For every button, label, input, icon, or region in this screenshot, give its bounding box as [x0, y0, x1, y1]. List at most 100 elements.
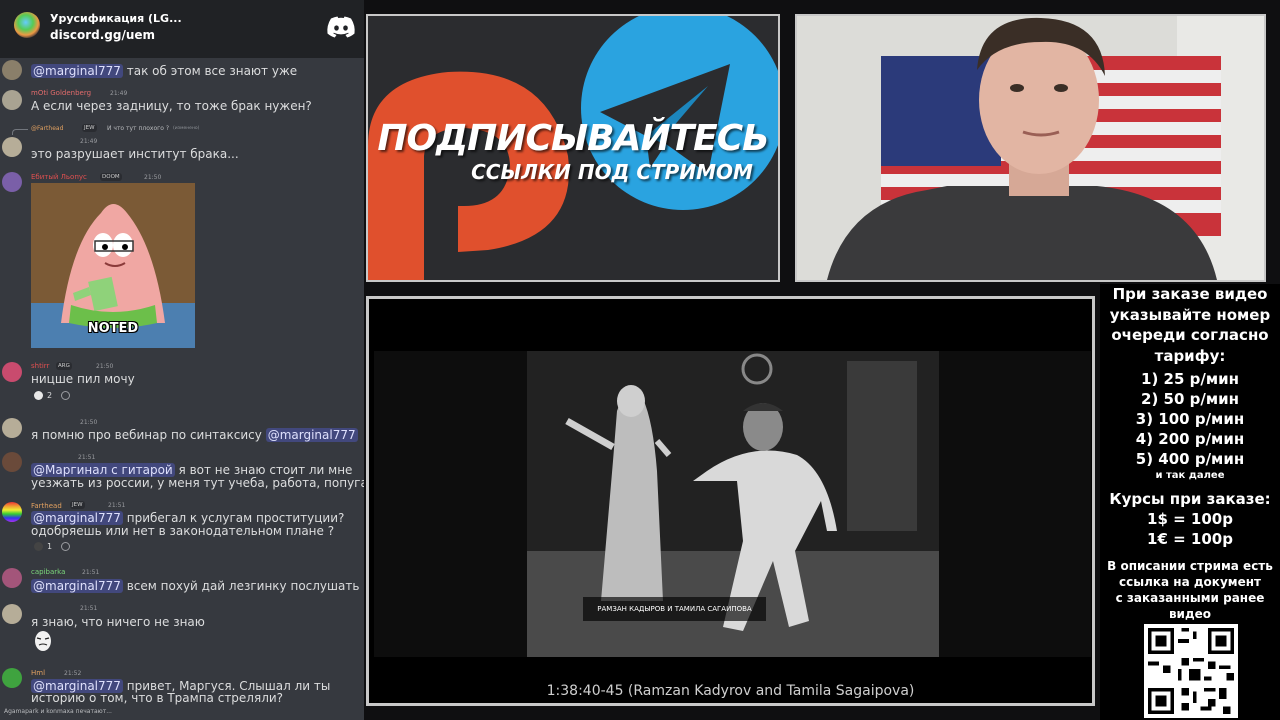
reaction[interactable]: 2: [34, 388, 71, 402]
server-invite-link: discord.gg/uem: [50, 28, 156, 42]
message-text: @marginal777 прибегал к услугам проститу…: [31, 511, 345, 525]
edited-label: (изменено): [173, 126, 200, 131]
timestamp: 21:51: [78, 454, 96, 461]
server-icon: [14, 12, 40, 38]
message-text: А если через задницу, то тоже брак нужен…: [31, 99, 312, 113]
chat-message: @marginal777 так об этом все знают уже: [0, 60, 364, 84]
user-mention[interactable]: @marginal777: [31, 579, 123, 593]
timestamp: 21:52: [64, 670, 82, 677]
avatar: [2, 418, 22, 438]
rate-item: 1€ = 100р: [1147, 530, 1233, 548]
add-reaction-icon[interactable]: [61, 541, 71, 551]
username[interactable]: Hml: [31, 669, 45, 677]
avatar: [2, 362, 22, 382]
chat-message: capibarka 21:51 @marginal777 всем похуй …: [0, 566, 364, 596]
meme-caption: NOTED: [87, 321, 139, 336]
reply-connector: [12, 129, 28, 135]
timestamp: 21:50: [144, 174, 162, 181]
banner-subtitle: ССЫЛКИ ПОД СТРИМОМ: [471, 160, 753, 184]
tariff-item: 5) 400 р/мин: [1135, 450, 1245, 468]
order-info-heading: При заказе видео указывайте номер очеред…: [1109, 285, 1271, 365]
message-text-line2: историю о том, что в Трампа стреляли?: [31, 691, 284, 705]
tariff-item: 4) 200 р/мин: [1135, 430, 1245, 448]
timestamp: 21:51: [108, 502, 126, 509]
sticker-face-icon: [35, 631, 51, 651]
banner-title: ПОДПИСЫВАЙТЕСЬ: [377, 118, 769, 159]
timestamp: 21:50: [96, 363, 114, 370]
role-badge: JEW: [82, 124, 97, 132]
avatar: [2, 137, 22, 157]
reaction-count: 2: [47, 390, 53, 400]
message-text: @marginal777 всем похуй дай лезгинку пос…: [31, 579, 360, 593]
avatar: [2, 60, 22, 80]
reply-preview[interactable]: И что тут плохого ?: [107, 125, 169, 132]
reaction-emoji-icon: [34, 541, 43, 551]
qr-code-icon[interactable]: [1144, 624, 1238, 718]
webcam-scene: [797, 16, 1264, 280]
discord-logo-icon: [327, 16, 355, 38]
user-mention[interactable]: @Маргинал с гитарой: [31, 463, 175, 477]
video-lower-third: РАМЗАН КАДЫРОВ И ТАМИЛА САГАИПОВА: [583, 597, 766, 621]
user-mention[interactable]: @marginal777: [31, 511, 123, 525]
video-caption: 1:38:40-45 (Ramzan Kadyrov and Tamila Sa…: [546, 683, 915, 699]
reaction-emoji-icon: [34, 390, 43, 400]
chat-message: 21:51 я знаю, что ничего не знаю: [0, 602, 364, 658]
timestamp: 21:49: [80, 138, 98, 145]
role-badge: JEW: [70, 501, 85, 509]
timestamp: 21:49: [110, 90, 128, 97]
webcam-feed: [795, 14, 1266, 282]
tariff-item: 1) 25 р/мин: [1141, 370, 1239, 388]
message-text: я помню про вебинар по синтаксису @margi…: [31, 428, 358, 442]
rate-item: 1$ = 100р: [1147, 510, 1233, 528]
order-info-panel: При заказе видео указывайте номер очеред…: [1100, 284, 1280, 720]
chat-message: 21:51 @Маргинал с гитарой я вот не знаю …: [0, 452, 364, 492]
chat-message: Farthead JEW 21:51 @marginal777 прибегал…: [0, 499, 364, 557]
server-name: Урусификация (LG...: [50, 12, 182, 25]
timestamp: 21:51: [80, 605, 98, 612]
avatar: [2, 604, 22, 624]
username[interactable]: mOti Goldenberg: [31, 89, 91, 97]
stream-description-note: В описании стрима есть ссылка на докумен…: [1107, 559, 1273, 621]
chat-message: 21:50 я помню про вебинар по синтаксису …: [0, 418, 364, 444]
reaction-count: 1: [47, 541, 53, 551]
reply-username[interactable]: @Farthead: [31, 125, 63, 132]
role-badge: ARG: [56, 362, 72, 370]
username[interactable]: capibarka: [31, 568, 65, 576]
avatar: [2, 568, 22, 588]
tariff-etc: и так далее: [1155, 470, 1225, 481]
user-mention[interactable]: @marginal777: [31, 64, 123, 78]
reaction[interactable]: 1: [34, 539, 71, 553]
timestamp: 21:51: [82, 569, 100, 576]
avatar: [2, 452, 22, 472]
avatar: [2, 668, 22, 688]
add-reaction-icon[interactable]: [61, 390, 71, 400]
tariff-item: 3) 100 р/мин: [1135, 410, 1245, 428]
message-text: это разрушает институт брака...: [31, 147, 239, 161]
discord-server-header: Урусификация (LG... discord.gg/uem: [0, 0, 364, 58]
user-mention[interactable]: @marginal777: [265, 428, 358, 442]
video-player[interactable]: РАМЗАН КАДЫРОВ И ТАМИЛА САГАИПОВА 1:38:4…: [366, 296, 1095, 706]
chat-message: Hml 21:52 @marginal777 привет, Маргуся. …: [0, 666, 364, 706]
video-frame: РАМЗАН КАДЫРОВ И ТАМИЛА САГАИПОВА: [374, 351, 1091, 657]
message-text-line2: уезжать из россии, у меня тут учеба, раб…: [31, 476, 364, 490]
message-text: @marginal777 так об этом все знают уже: [31, 64, 298, 78]
avatar: [2, 502, 22, 522]
subscribe-banner: ПОДПИСЫВАЙТЕСЬ ССЫЛКИ ПОД СТРИМОМ: [366, 14, 780, 282]
timestamp: 21:50: [80, 419, 98, 426]
typing-indicator: Agamapark и konmaxa печатают...: [4, 708, 112, 715]
username[interactable]: Farthead: [31, 502, 62, 510]
chat-message: mOti Goldenberg 21:49 А если через задни…: [0, 88, 364, 118]
message-text: я знаю, что ничего не знаю: [31, 615, 205, 629]
video-scene: РАМЗАН КАДЫРОВ И ТАМИЛА САГАИПОВА: [527, 351, 939, 657]
message-text-line2: одобряешь или нет в законодательном план…: [31, 524, 335, 538]
role-badge: DOOM: [100, 173, 122, 181]
avatar: [2, 90, 22, 110]
chat-message: shtirr ARG 21:50 ницше пил мочу 2: [0, 360, 364, 402]
username[interactable]: shtirr: [31, 362, 49, 370]
chat-message: @Farthead JEW И что тут плохого ? (измен…: [0, 122, 364, 164]
avatar: [2, 172, 22, 192]
tariff-item: 2) 50 р/мин: [1141, 390, 1239, 408]
meme-image[interactable]: NOTED: [31, 183, 195, 348]
username[interactable]: Ебитый Льопус: [31, 173, 87, 181]
rates-heading: Курсы при заказе:: [1109, 490, 1271, 508]
